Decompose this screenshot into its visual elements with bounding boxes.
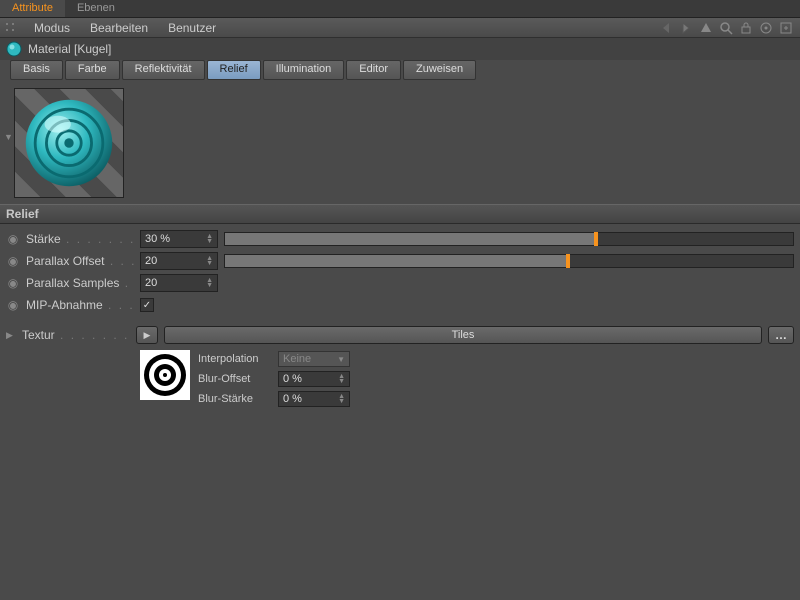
material-header: Material [Kugel] bbox=[0, 38, 800, 60]
param-label: Stärke bbox=[26, 232, 134, 246]
tab-zuweisen[interactable]: Zuweisen bbox=[403, 60, 476, 80]
material-tabs: Basis Farbe Reflektivität Relief Illumin… bbox=[0, 60, 800, 80]
param-label: Interpolation bbox=[198, 353, 272, 365]
tab-attribute[interactable]: Attribute bbox=[0, 0, 65, 17]
material-preview[interactable] bbox=[14, 88, 124, 198]
search-icon[interactable] bbox=[717, 19, 735, 37]
tab-reflektivitaet[interactable]: Reflektivität bbox=[122, 60, 205, 80]
staerke-input[interactable]: 30 %▲▼ bbox=[140, 230, 218, 248]
material-sphere-icon bbox=[6, 41, 22, 57]
param-mip-abnahme: ◉ MIP-Abnahme ✓ bbox=[6, 294, 794, 316]
slider-handle-icon[interactable] bbox=[566, 254, 570, 268]
tab-relief[interactable]: Relief bbox=[207, 60, 261, 80]
nav-forward-icon[interactable] bbox=[677, 19, 695, 37]
menu-modus[interactable]: Modus bbox=[24, 21, 80, 35]
key-dot-icon[interactable]: ◉ bbox=[6, 254, 20, 268]
param-label: Blur-Stärke bbox=[198, 393, 272, 405]
nav-back-icon[interactable] bbox=[657, 19, 675, 37]
slider-fill bbox=[225, 255, 566, 267]
slider-fill bbox=[225, 233, 594, 245]
new-window-icon[interactable] bbox=[777, 19, 795, 37]
tab-farbe[interactable]: Farbe bbox=[65, 60, 120, 80]
param-blur-staerke: Blur-Stärke 0 %▲▼ bbox=[198, 390, 350, 408]
textur-details: Interpolation Keine▼ Blur-Offset 0 %▲▼ B… bbox=[6, 346, 794, 408]
material-name: Material [Kugel] bbox=[28, 42, 111, 56]
tab-illumination[interactable]: Illumination bbox=[263, 60, 345, 80]
tab-ebenen[interactable]: Ebenen bbox=[65, 0, 127, 17]
textur-picker-button[interactable]: ▶ bbox=[136, 326, 158, 344]
menu-bearbeiten[interactable]: Bearbeiten bbox=[80, 21, 158, 35]
key-dot-icon[interactable]: ◉ bbox=[6, 232, 20, 246]
parallax-offset-slider[interactable] bbox=[224, 254, 794, 268]
blur-offset-input[interactable]: 0 %▲▼ bbox=[278, 371, 350, 387]
param-staerke: ◉ Stärke 30 %▲▼ bbox=[6, 228, 794, 250]
staerke-slider[interactable] bbox=[224, 232, 794, 246]
lock-icon[interactable] bbox=[737, 19, 755, 37]
tab-basis[interactable]: Basis bbox=[10, 60, 63, 80]
blur-staerke-input[interactable]: 0 %▲▼ bbox=[278, 391, 350, 407]
param-label: Textur bbox=[22, 328, 130, 342]
target-icon[interactable] bbox=[757, 19, 775, 37]
menubar: Modus Bearbeiten Benutzer bbox=[0, 18, 800, 38]
key-dot-icon[interactable]: ◉ bbox=[6, 298, 20, 312]
parallax-samples-input[interactable]: 20▲▼ bbox=[140, 274, 218, 292]
param-label: Parallax Samples bbox=[26, 276, 134, 290]
section-relief-header: Relief bbox=[0, 204, 800, 224]
textur-field[interactable]: Tiles bbox=[164, 326, 762, 344]
param-textur: ▶ Textur ▶ Tiles … bbox=[6, 324, 794, 346]
nav-up-icon[interactable] bbox=[697, 19, 715, 37]
param-label: MIP-Abnahme bbox=[26, 298, 134, 312]
slider-handle-icon[interactable] bbox=[594, 232, 598, 246]
preview-area: ▼ bbox=[0, 80, 800, 204]
param-label: Parallax Offset bbox=[26, 254, 134, 268]
param-label: Blur-Offset bbox=[198, 373, 272, 385]
chevron-down-icon: ▼ bbox=[337, 355, 345, 364]
param-blur-offset: Blur-Offset 0 %▲▼ bbox=[198, 370, 350, 388]
expand-caret-icon[interactable]: ▶ bbox=[6, 330, 16, 341]
parallax-offset-input[interactable]: 20▲▼ bbox=[140, 252, 218, 270]
mip-checkbox[interactable]: ✓ bbox=[140, 298, 154, 312]
param-parallax-offset: ◉ Parallax Offset 20▲▼ bbox=[6, 250, 794, 272]
key-dot-icon[interactable]: ◉ bbox=[6, 276, 20, 290]
textur-fields: Interpolation Keine▼ Blur-Offset 0 %▲▼ B… bbox=[198, 350, 350, 408]
param-parallax-samples: ◉ Parallax Samples 20▲▼ bbox=[6, 272, 794, 294]
tab-editor[interactable]: Editor bbox=[346, 60, 401, 80]
grip-icon bbox=[4, 21, 18, 35]
param-interpolation: Interpolation Keine▼ bbox=[198, 350, 350, 368]
textur-thumbnail[interactable] bbox=[140, 350, 190, 400]
relief-params: ◉ Stärke 30 %▲▼ ◉ Parallax Offset 20▲▼ ◉… bbox=[0, 224, 800, 412]
menu-benutzer[interactable]: Benutzer bbox=[158, 21, 226, 35]
collapse-caret-icon[interactable]: ▼ bbox=[4, 132, 13, 142]
window-tabs: Attribute Ebenen bbox=[0, 0, 800, 18]
interpolation-select[interactable]: Keine▼ bbox=[278, 351, 350, 367]
textur-more-button[interactable]: … bbox=[768, 326, 794, 344]
